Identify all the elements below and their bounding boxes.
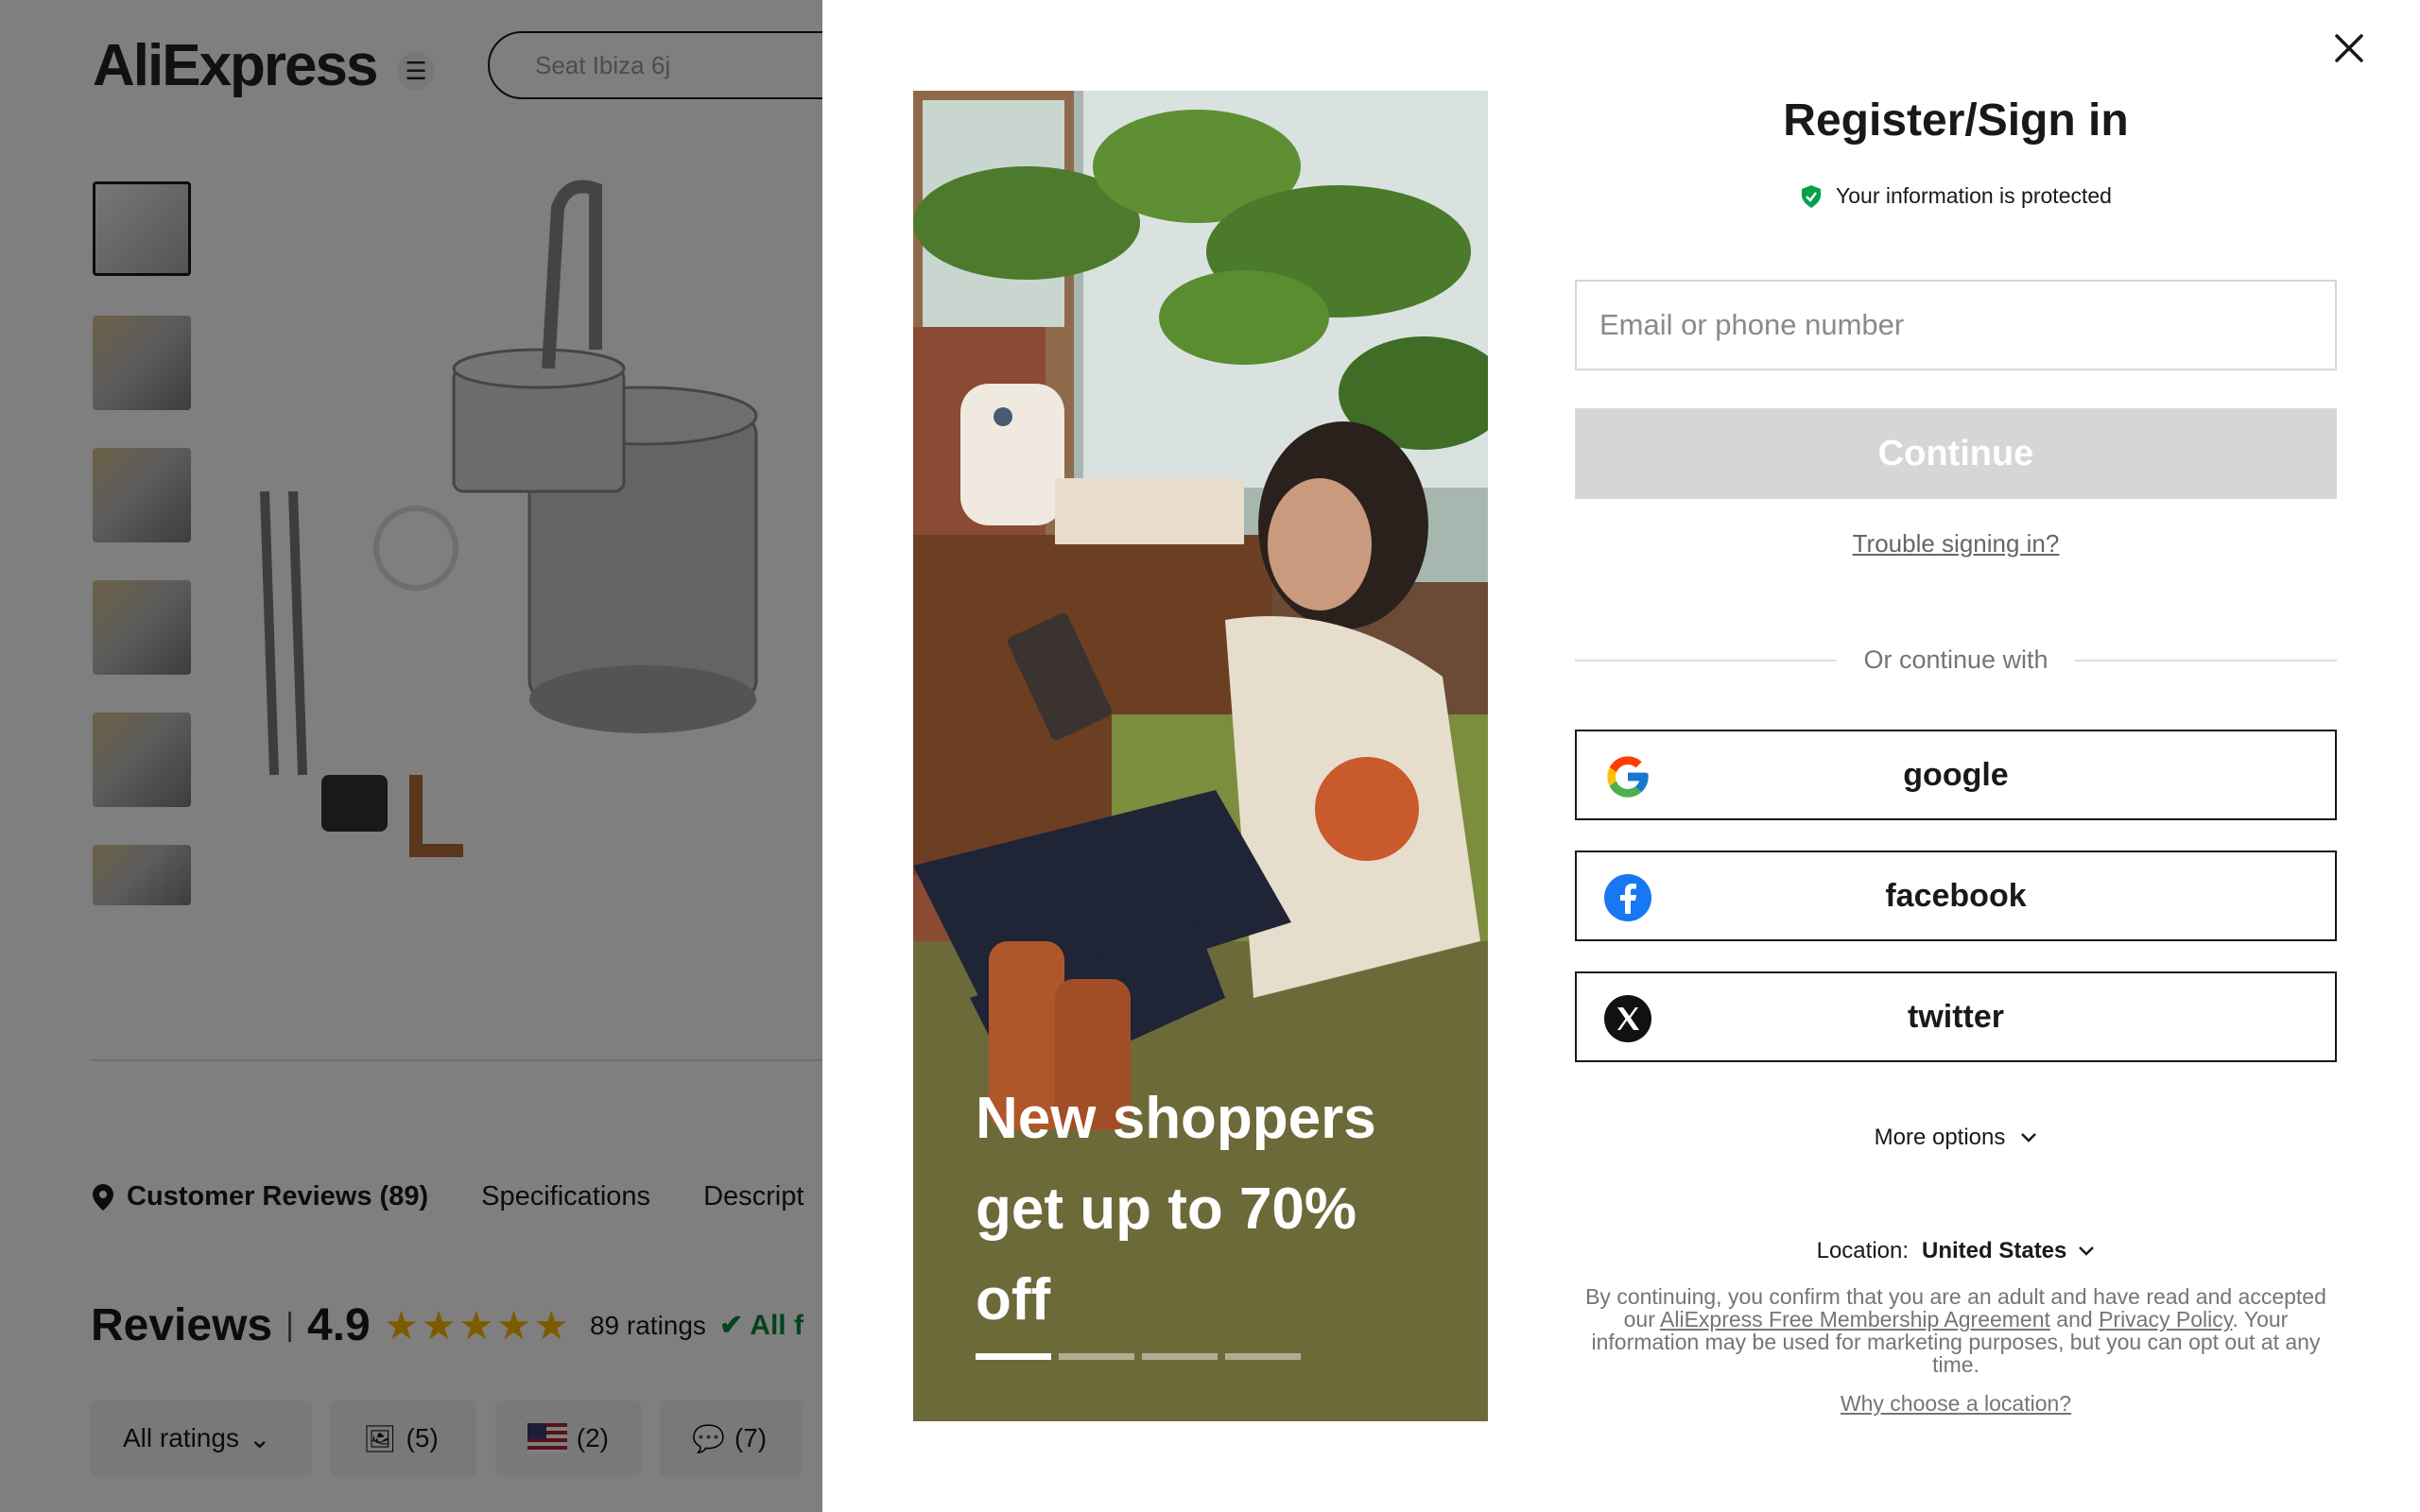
- carousel-dot[interactable]: [1059, 1353, 1134, 1360]
- twitter-sign-in-button[interactable]: twitter: [1575, 971, 2337, 1062]
- facebook-icon: [1603, 873, 1652, 922]
- location-dropdown[interactable]: United States: [1922, 1238, 2095, 1264]
- carousel-indicators: [976, 1353, 1301, 1360]
- trouble-signing-in-link[interactable]: Trouble signing in?: [1575, 529, 2337, 558]
- protected-notice: Your information is protected: [1575, 183, 2337, 209]
- promo-banner[interactable]: New shoppers get up to 70% off: [913, 91, 1488, 1421]
- more-options-button[interactable]: More options: [1575, 1125, 2337, 1151]
- email-field[interactable]: [1575, 280, 2337, 370]
- chevron-down-icon: [2021, 1133, 2037, 1143]
- continue-button[interactable]: Continue: [1575, 408, 2337, 499]
- sign-in-modal: New shoppers get up to 70% off Register/…: [822, 0, 2420, 1512]
- divider-line: [2074, 659, 2337, 662]
- modal-title: Register/Sign in: [1783, 95, 2129, 146]
- shield-check-icon: [1802, 184, 1822, 208]
- close-icon: [2335, 34, 2363, 62]
- carousel-dot[interactable]: [1225, 1353, 1301, 1360]
- chevron-down-icon: [2079, 1246, 2095, 1256]
- promo-headline: New shoppers get up to 70% off: [976, 1086, 1376, 1332]
- membership-agreement-link[interactable]: AliExpress Free Membership Agreement: [1660, 1307, 2050, 1332]
- close-button[interactable]: [2325, 25, 2373, 72]
- location-label: Location:: [1816, 1238, 1910, 1263]
- x-twitter-icon: [1603, 994, 1652, 1043]
- privacy-policy-link[interactable]: Privacy Policy: [2099, 1307, 2232, 1332]
- google-icon: [1603, 752, 1652, 801]
- divider-line: [1575, 659, 1838, 662]
- or-divider: Or continue with: [1575, 645, 2337, 675]
- location-selector: Location: United States: [1575, 1238, 2337, 1264]
- google-sign-in-button[interactable]: google: [1575, 730, 2337, 820]
- why-choose-location-link[interactable]: Why choose a location?: [1575, 1391, 2337, 1417]
- carousel-dot[interactable]: [976, 1353, 1051, 1360]
- legal-notice: By continuing, you confirm that you are …: [1585, 1284, 2326, 1377]
- facebook-sign-in-button[interactable]: facebook: [1575, 850, 2337, 941]
- carousel-dot[interactable]: [1142, 1353, 1218, 1360]
